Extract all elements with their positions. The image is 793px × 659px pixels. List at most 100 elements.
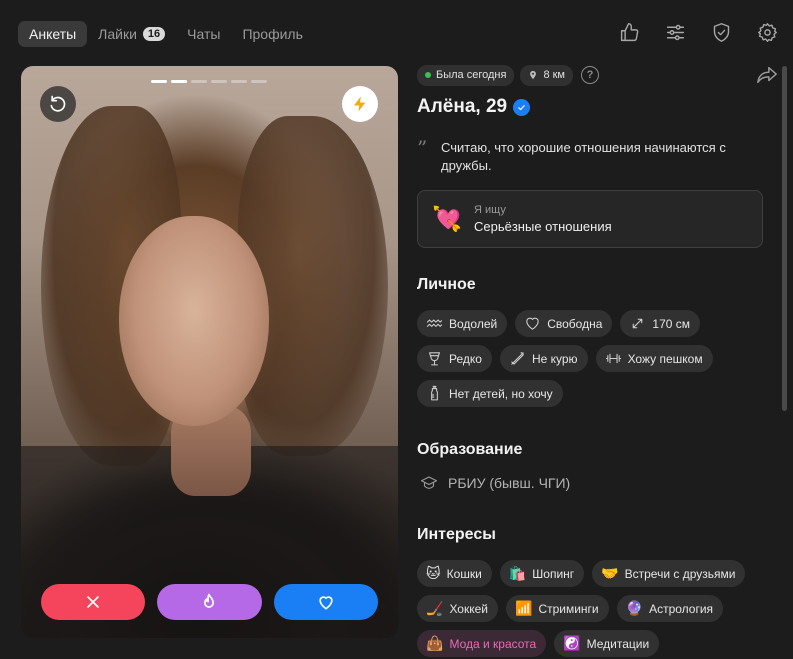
nav-tabs: Анкеты Лайки 16 Чаты Профиль: [18, 21, 314, 47]
seeking-text: Я ищу Серьёзные отношения: [474, 204, 612, 234]
action-buttons: [41, 584, 378, 620]
photo-dot[interactable]: [211, 80, 227, 83]
name-row: Алёна, 29: [417, 94, 767, 120]
share-icon[interactable]: [755, 64, 781, 88]
photo-dot[interactable]: [191, 80, 207, 83]
chip-height: 170 см: [620, 310, 700, 337]
interest-chips: 🐱 Кошки 🛍️ Шопинг 🤝 Встречи с друзьями 🏒 Хок…: [417, 560, 767, 657]
personal-chips: Водолей Свободна 170 см Редко Не курю Хо…: [417, 310, 767, 407]
chip-label: Хоккей: [449, 601, 488, 616]
seeking-card: 💘 Я ищу Серьёзные отношения: [417, 190, 763, 248]
cat-icon: 🐱: [426, 565, 441, 581]
lightning-icon: [354, 96, 366, 112]
no-smoking-icon: [511, 352, 524, 365]
tab-profiles[interactable]: Анкеты: [18, 21, 88, 47]
chip-zodiac: Водолей: [417, 310, 508, 337]
chip-interest-hockey: 🏒 Хоккей: [417, 595, 498, 622]
help-icon[interactable]: ?: [581, 66, 599, 84]
photo-dot[interactable]: [171, 80, 187, 83]
wine-glass-icon: [429, 352, 440, 366]
dislike-button[interactable]: [41, 584, 146, 620]
photo-face: [119, 216, 269, 426]
chip-label: Кошки: [446, 566, 482, 581]
top-bar: Анкеты Лайки 16 Чаты Профиль: [0, 0, 793, 66]
tab-label: Чаты: [187, 26, 221, 42]
tab-label: Лайки: [98, 26, 137, 42]
tab-likes[interactable]: Лайки 16: [87, 21, 176, 47]
superlike-button[interactable]: [157, 584, 262, 620]
heart-outline-icon: [526, 317, 539, 330]
sliders-icon[interactable]: [663, 20, 687, 44]
photo-dot[interactable]: [231, 80, 247, 83]
chip-label: Хожу пешком: [627, 351, 703, 366]
close-icon: [87, 596, 99, 608]
chip-interest-meditation: ☯️ Медитации: [554, 630, 660, 657]
verified-icon: [513, 98, 531, 116]
education-text: РБИУ (бывш. ЧГИ): [448, 475, 571, 491]
crystal-ball-icon: 🔮: [625, 600, 644, 616]
section-title-interests: Интересы: [417, 526, 496, 543]
quote-icon: ”: [417, 136, 428, 160]
seeking-label: Я ищу: [474, 204, 506, 216]
wifi-icon: 📶: [515, 600, 533, 616]
scrollbar[interactable]: [782, 66, 787, 411]
handbag-icon: 👜: [426, 635, 444, 651]
tab-chats[interactable]: Чаты: [176, 21, 231, 47]
chip-interest-fashion: 👜 Мода и красота: [417, 630, 547, 657]
profile-quote: ” Считаю, что хорошие отношения начинают…: [417, 136, 767, 175]
online-status-badge: Была сегодня: [417, 64, 515, 86]
undo-icon: [50, 95, 66, 112]
quote-text: Считаю, что хорошие отношения начинаются…: [441, 140, 726, 173]
photo-dot[interactable]: [251, 80, 267, 83]
gear-icon[interactable]: [755, 20, 779, 44]
baby-bottle-icon: [431, 385, 438, 401]
chip-label: Встречи с друзьями: [624, 566, 736, 581]
chip-children: Нет детей, но хочу: [417, 380, 563, 407]
chip-label: Водолей: [449, 316, 498, 331]
status-row: Была сегодня 8 км ?: [417, 64, 767, 86]
profile-name-age: Алёна, 29: [417, 96, 508, 117]
shield-check-icon[interactable]: [709, 20, 733, 44]
profile-photo[interactable]: [21, 66, 398, 638]
aquarius-icon: [426, 319, 443, 327]
like-button[interactable]: [273, 584, 378, 620]
chip-label: Не курю: [531, 351, 578, 366]
thumbs-up-icon[interactable]: [617, 20, 641, 44]
hockey-stick-icon: 🏒: [426, 600, 444, 616]
shopping-bags-icon: 🛍️: [508, 565, 527, 581]
distance-badge: 8 км: [520, 64, 573, 86]
chip-label: Мода и красота: [449, 636, 537, 651]
section-title-education: Образование: [417, 441, 523, 458]
flame-icon: [204, 593, 215, 608]
chip-label: Астрология: [649, 601, 714, 616]
chip-alcohol: Редко: [417, 345, 492, 372]
status-text: Была сегодня: [436, 69, 507, 81]
tab-label: Профиль: [242, 26, 303, 42]
chip-label: Стриминги: [538, 601, 599, 616]
education-item: РБИУ (бывш. ЧГИ): [417, 474, 767, 492]
online-dot: [425, 72, 431, 78]
chip-label: Редко: [449, 351, 482, 366]
handshake-icon: 🤝: [601, 565, 619, 581]
chip-sport: Хожу пешком: [595, 345, 713, 372]
tab-profile[interactable]: Профиль: [231, 21, 313, 47]
graduation-cap-icon: [420, 476, 438, 489]
location-pin-icon: [530, 70, 537, 80]
chip-label: Шопинг: [532, 566, 575, 581]
chip-label: Медитации: [586, 636, 650, 651]
heart-arrow-icon: 💘: [432, 205, 462, 233]
chip-interest-streaming: 📶 Стриминги: [506, 595, 609, 622]
boost-button[interactable]: [342, 86, 378, 122]
photo-pagination: [151, 80, 267, 83]
distance-text: 8 км: [543, 69, 565, 81]
undo-button[interactable]: [40, 86, 76, 122]
tab-label: Анкеты: [29, 26, 77, 42]
chip-interest-friends: 🤝 Встречи с друзьями: [592, 560, 746, 587]
heart-icon: [319, 596, 333, 610]
seeking-value: Серьёзные отношения: [474, 219, 612, 234]
chip-interest-cats: 🐱 Кошки: [417, 560, 492, 587]
photo-dot[interactable]: [151, 80, 167, 83]
section-title-personal: Личное: [417, 276, 476, 293]
chip-interest-astrology: 🔮 Астрология: [616, 595, 724, 622]
yin-yang-icon: ☯️: [563, 635, 581, 651]
